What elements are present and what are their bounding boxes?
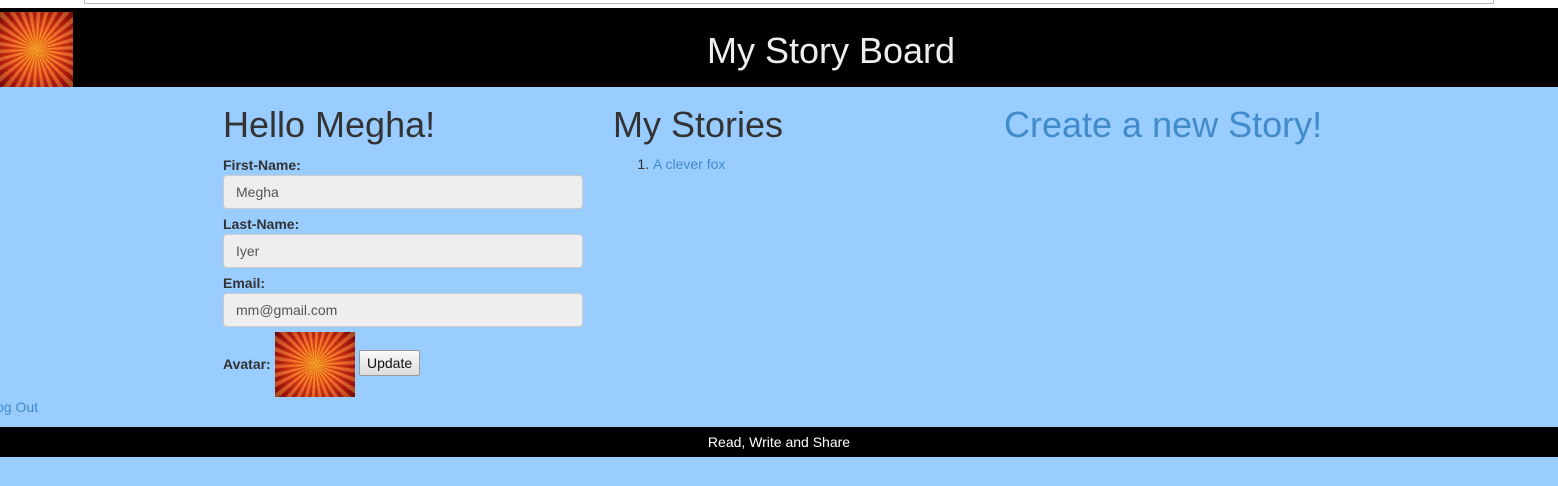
story-link[interactable]: A clever fox [653, 156, 725, 172]
site-header: My Story Board [0, 8, 1558, 87]
my-stories-section: My Stories A clever fox [613, 100, 973, 172]
greeting-heading: Hello Megha! [223, 104, 436, 145]
avatar-label: Avatar: [223, 356, 271, 372]
list-item: A clever fox [653, 156, 973, 172]
create-story-section: Create a new Story! [1004, 100, 1404, 150]
browser-top-strip [0, 0, 1558, 8]
first-name-label: First-Name: [223, 157, 301, 173]
update-button[interactable]: Update [359, 350, 421, 376]
email-field[interactable] [223, 293, 583, 327]
email-label: Email: [223, 275, 266, 291]
stories-list: A clever fox [613, 156, 973, 172]
avatar [275, 332, 355, 397]
create-story-link[interactable]: Create a new Story! [1004, 100, 1404, 150]
last-name-field[interactable] [223, 234, 583, 268]
profile-section: Hello Megha! First-Name: Last-Name: Emai… [223, 100, 583, 398]
browser-address-bar-edge [84, 0, 1494, 4]
first-name-field[interactable] [223, 175, 583, 209]
my-stories-heading: My Stories [613, 104, 784, 145]
site-title: My Story Board [706, 30, 956, 71]
last-name-label: Last-Name: [223, 216, 300, 232]
site-footer: Read, Write and Share [0, 427, 1558, 457]
avatar-row: Avatar: Update [223, 332, 583, 398]
logout-link[interactable]: og Out [0, 398, 38, 416]
